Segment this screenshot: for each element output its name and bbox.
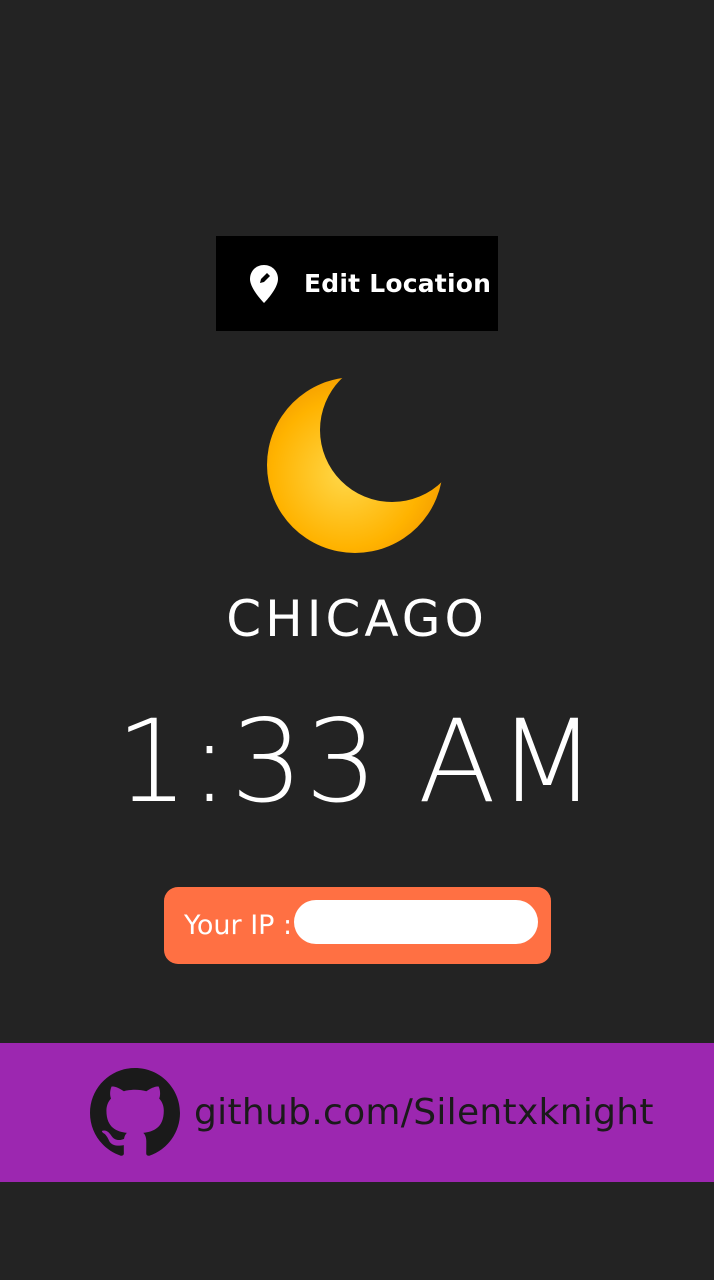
map-pin-edit-icon	[248, 264, 280, 304]
github-link[interactable]: github.com/Silentxknight	[0, 1043, 714, 1182]
ip-address-badge: Your IP :	[164, 887, 551, 964]
ip-redaction	[294, 900, 538, 944]
city-name: CHICAGO	[226, 590, 488, 648]
current-time: 1:33 AM	[115, 695, 599, 828]
github-link-text: github.com/Silentxknight	[194, 1092, 654, 1133]
crescent-moon-icon	[262, 368, 452, 558]
edit-location-label: Edit Location	[304, 269, 492, 298]
edit-location-button[interactable]: Edit Location	[216, 236, 498, 331]
github-icon	[90, 1067, 180, 1158]
ip-label: Your IP :	[184, 910, 293, 941]
